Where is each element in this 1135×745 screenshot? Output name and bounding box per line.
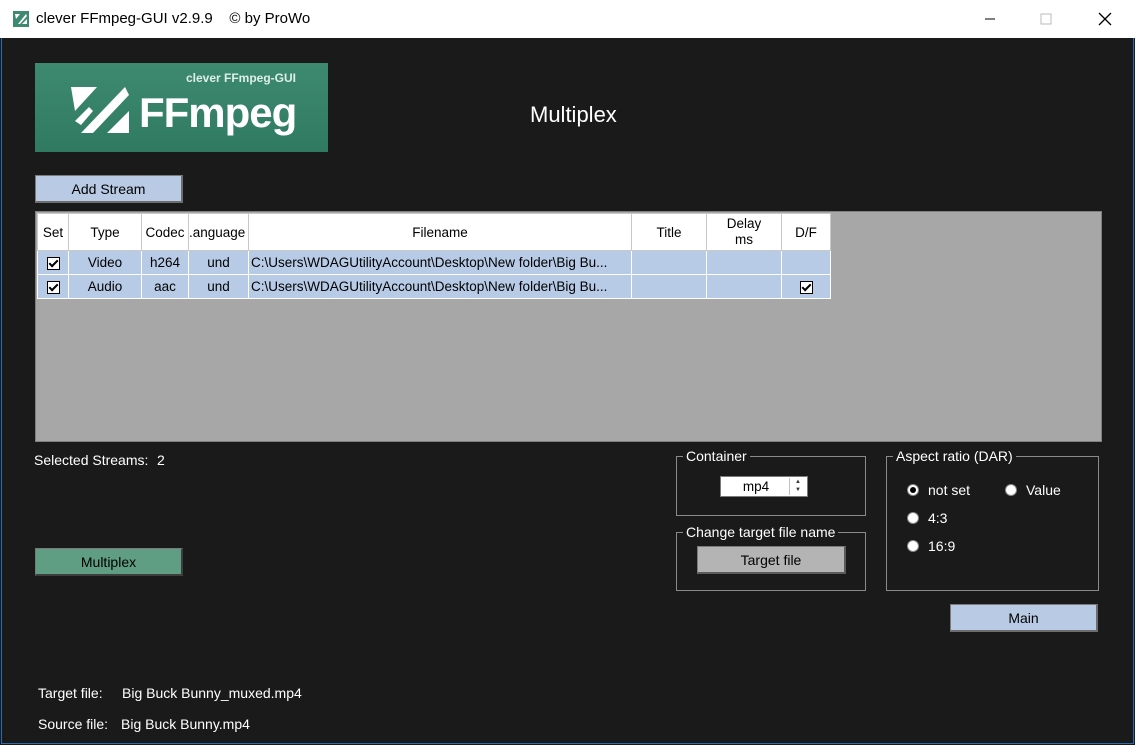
container-legend: Container [683,448,750,464]
type-cell: Video [68,250,142,275]
column-header-type[interactable]: Type [68,213,142,251]
set-cell[interactable] [37,274,69,299]
add-stream-button[interactable]: Add Stream [35,175,183,203]
container-spinner[interactable]: mp4 ▲ ▼ [720,476,808,497]
source-file-label: Source file: [38,716,109,732]
set-checkbox[interactable] [46,280,60,294]
filename-cell: C:\Users\WDAGUtilityAccount\Desktop\New … [248,274,632,299]
type-cell: Audio [68,274,142,299]
column-header-set[interactable]: Set [37,213,69,251]
aspect-not-set-label: not set [928,482,971,498]
logo-title: FFmpeg [139,89,297,136]
codec-cell: h264 [141,250,189,275]
table-row[interactable]: Video h264 und C:\Users\WDAGUtilityAccou… [37,250,831,275]
radio-unselected-icon [907,512,919,524]
aspect-value-radio[interactable]: Value [1005,482,1061,498]
target-file-button[interactable]: Target file [697,546,846,574]
radio-unselected-icon [1005,484,1017,496]
table-row[interactable]: Audio aac und C:\Users\WDAGUtilityAccoun… [37,274,831,299]
ffmpeg-logo-icon [71,87,129,133]
table-header-row: Set Type Codec .anguage Filename Title D… [37,213,831,251]
set-checkbox[interactable] [46,256,60,270]
language-cell[interactable]: und [188,250,249,275]
filename-cell: C:\Users\WDAGUtilityAccount\Desktop\New … [248,250,632,275]
target-file-value: Big Buck Bunny_muxed.mp4 [122,685,302,701]
aspect-ratio-legend: Aspect ratio (DAR) [893,448,1016,464]
streams-table: Set Type Codec .anguage Filename Title D… [37,213,831,299]
delay-header-line1: Delay [726,216,762,231]
codec-cell: aac [141,274,189,299]
aspect-4-3-label: 4:3 [928,510,948,526]
df-cell[interactable] [781,250,831,275]
aspect-16-9-label: 16:9 [928,538,956,554]
spinner-up-icon[interactable]: ▲ [790,478,806,486]
column-header-delay[interactable]: Delay ms [706,213,782,251]
close-button[interactable] [1082,0,1128,38]
page-title: Multiplex [530,102,617,127]
radio-selected-icon [907,484,919,496]
column-header-language[interactable]: .anguage [188,213,249,251]
maximize-icon [1040,13,1052,25]
title-cell[interactable] [631,250,707,275]
ffmpeg-logo: clever FFmpeg-GUI FFmpeg [35,63,328,152]
set-cell[interactable] [37,250,69,275]
title-cell[interactable] [631,274,707,299]
minimize-button[interactable] [967,0,1013,38]
app-icon [13,11,29,27]
selected-streams-label: Selected Streams: [34,452,149,468]
target-file-label: Target file: [38,685,103,701]
title-bar: clever FFmpeg-GUI v2.9.9 © by ProWo [0,0,1135,38]
source-file-value: Big Buck Bunny.mp4 [121,716,250,732]
aspect-4-3-radio[interactable]: 4:3 [907,510,947,526]
df-cell[interactable] [781,274,831,299]
delay-header-line2: ms [735,232,753,247]
selected-streams-count: 2 [157,452,165,468]
minimize-icon [985,18,995,20]
maximize-button[interactable] [1023,0,1069,38]
window-title: clever FFmpeg-GUI v2.9.9 © by ProWo [36,10,311,27]
radio-unselected-icon [907,540,919,552]
main-button[interactable]: Main [950,604,1098,632]
close-icon [1098,12,1112,26]
logo-subtitle: clever FFmpeg-GUI [185,71,296,85]
aspect-not-set-radio[interactable]: not set [907,482,970,498]
multiplex-button[interactable]: Multiplex [35,548,183,576]
spinner-arrows[interactable]: ▲ ▼ [789,478,806,495]
streams-grid[interactable]: Set Type Codec .anguage Filename Title D… [35,211,1102,442]
column-header-codec[interactable]: Codec [141,213,189,251]
aspect-16-9-radio[interactable]: 16:9 [907,538,955,554]
column-header-df[interactable]: D/F [781,213,831,251]
language-cell[interactable]: und [188,274,249,299]
df-checkbox[interactable] [799,280,813,294]
container-value: mp4 [742,479,770,494]
column-header-title[interactable]: Title [631,213,707,251]
column-header-filename[interactable]: Filename [248,213,632,251]
spinner-down-icon[interactable]: ▼ [790,486,806,494]
delay-cell[interactable] [706,274,782,299]
change-target-legend: Change target file name [683,524,839,540]
delay-cell[interactable] [706,250,782,275]
aspect-value-label: Value [1026,482,1061,498]
